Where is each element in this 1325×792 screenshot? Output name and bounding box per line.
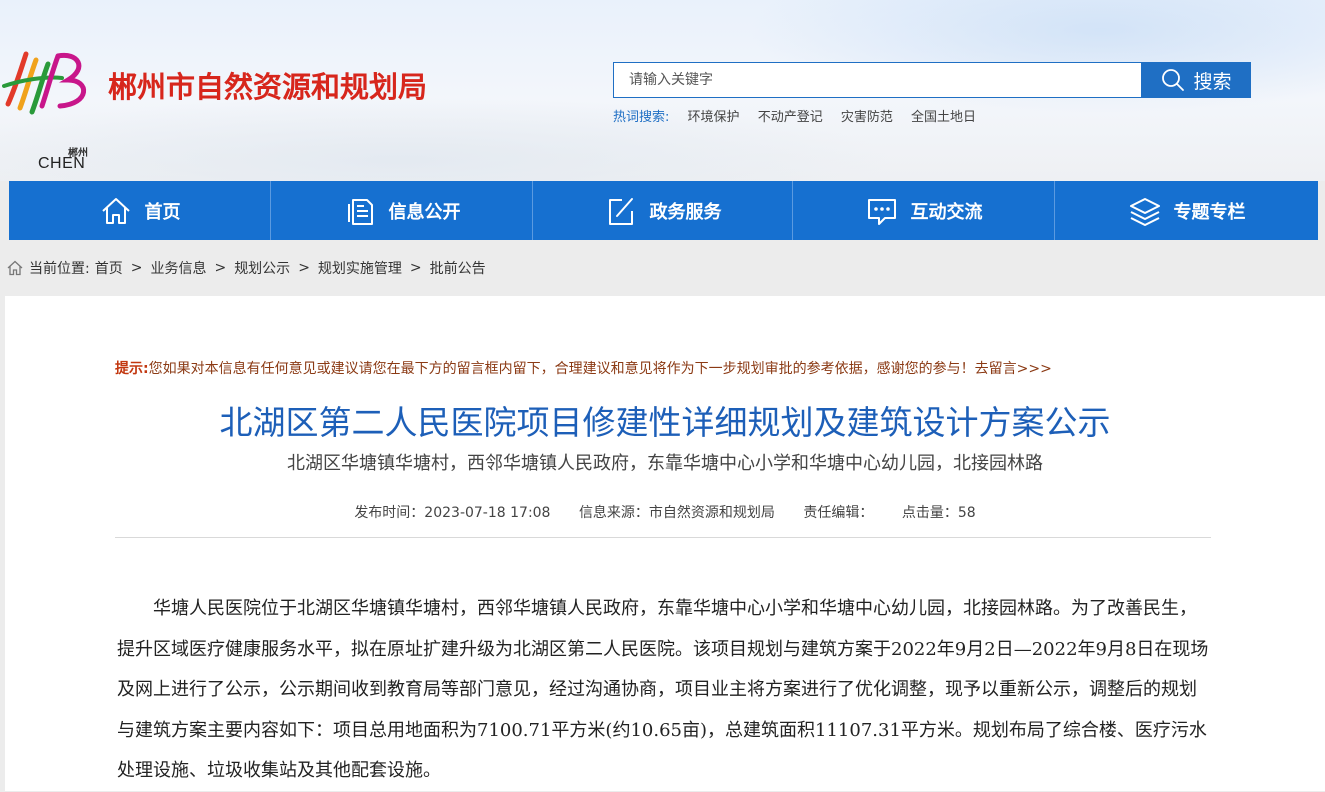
- nav-item-info-disclosure[interactable]: 信息公开: [271, 181, 533, 240]
- breadcrumb-separator: >: [298, 260, 310, 276]
- nav-item-gov-services[interactable]: 政务服务: [533, 181, 793, 240]
- nav-item-interaction[interactable]: 互动交流: [793, 181, 1055, 240]
- comment-tip: 提示:您如果对本信息有任何意见或建议请您在最下方的留言框内留下，合理建议和意见将…: [115, 358, 1052, 378]
- article-body: 华塘人民医院位于北湖区华塘镇华塘村，西邻华塘镇人民政府，东靠华塘中心小学和华塘中…: [117, 598, 1209, 781]
- nav-item-label: 互动交流: [910, 201, 983, 223]
- breadcrumb-item[interactable]: 批前公告: [430, 258, 486, 278]
- site-logo[interactable]: 郴州 CHEN: [2, 46, 94, 172]
- nav-item-label: 首页: [144, 201, 181, 223]
- article-meta: 发布时间：2023-07-18 17:08 信息来源：市自然资源和规划局 责任编…: [5, 502, 1325, 522]
- search-icon: [1162, 69, 1185, 91]
- logo-graphic-icon: [2, 51, 87, 115]
- article-container: 提示:您如果对本信息有任何意见或建议请您在最下方的留言框内留下，合理建议和意见将…: [5, 296, 1325, 791]
- search-button-label: 搜索: [1193, 70, 1232, 93]
- article-title: 北湖区第二人民医院项目修建性详细规划及建筑设计方案公示: [219, 403, 1111, 442]
- breadcrumb-separator: >: [214, 260, 227, 276]
- nav-item-label: 政务服务: [649, 201, 722, 223]
- responsible-editor: 责任编辑：: [803, 505, 874, 521]
- tip-text: 您如果对本信息有任何意见或建议请您在最下方的留言框内留下，合理建议和意见将作为下…: [148, 361, 975, 377]
- breadcrumb-separator: >: [130, 260, 143, 276]
- hot-word[interactable]: 全国土地日: [911, 110, 976, 125]
- document-icon: [347, 198, 373, 225]
- chat-icon: [867, 198, 896, 225]
- hot-word[interactable]: 不动产登记: [758, 110, 823, 125]
- breadcrumb: 当前位置: 首页 > 业务信息 > 规划公示 > 规划实施管理 > 批前公告: [6, 258, 486, 278]
- home-icon: [101, 197, 130, 224]
- article-subtitle: 北湖区华塘镇华塘村，西邻华塘镇人民政府，东靠华塘中心小学和华塘中心幼儿园，北接园…: [287, 453, 1043, 474]
- hot-word[interactable]: 环境保护: [688, 110, 740, 125]
- breadcrumb-item[interactable]: 首页: [95, 258, 123, 278]
- main-nav: 首页 信息公开 政务服务 互动交流 专题专栏: [9, 181, 1318, 240]
- hot-words: 热词搜索: 环境保护 不动产登记 灾害防范 全国土地日: [613, 106, 990, 125]
- nav-item-special-topics[interactable]: 专题专栏: [1055, 181, 1318, 240]
- publish-time: 发布时间：2023-07-18 17:08: [354, 505, 551, 521]
- search-input[interactable]: [614, 63, 1109, 97]
- breadcrumb-separator: >: [409, 260, 422, 276]
- info-source: 信息来源：市自然资源和规划局: [578, 505, 775, 521]
- site-header: 郴州 CHEN 郴州市自然资源和规划局 搜索 热词搜索: 环境保护 不动产登记 …: [0, 0, 1325, 181]
- breadcrumb-item[interactable]: 规划公示: [234, 258, 290, 278]
- edit-icon: [608, 197, 633, 225]
- nav-item-label: 专题专栏: [1173, 201, 1246, 223]
- layers-icon: [1129, 197, 1160, 226]
- nav-item-home[interactable]: 首页: [9, 181, 271, 240]
- search-box: [613, 62, 1142, 98]
- hot-words-label: 热词搜索:: [613, 110, 670, 125]
- nav-item-label: 信息公开: [388, 201, 461, 223]
- click-count: 点击量：58: [901, 505, 976, 521]
- leave-comment-link[interactable]: 去留言>>>: [975, 361, 1052, 377]
- site-title[interactable]: 郴州市自然资源和规划局: [108, 64, 427, 106]
- divider: [115, 537, 1211, 538]
- breadcrumb-prefix: 当前位置:: [29, 261, 90, 277]
- tip-label: 提示:: [115, 361, 149, 377]
- breadcrumb-item[interactable]: 规划实施管理: [318, 258, 402, 278]
- logo-text-en: CHEN: [38, 155, 86, 172]
- search-button[interactable]: 搜索: [1142, 62, 1251, 98]
- breadcrumb-item[interactable]: 业务信息: [150, 258, 206, 278]
- hot-word[interactable]: 灾害防范: [841, 110, 893, 125]
- home-icon: [7, 260, 23, 276]
